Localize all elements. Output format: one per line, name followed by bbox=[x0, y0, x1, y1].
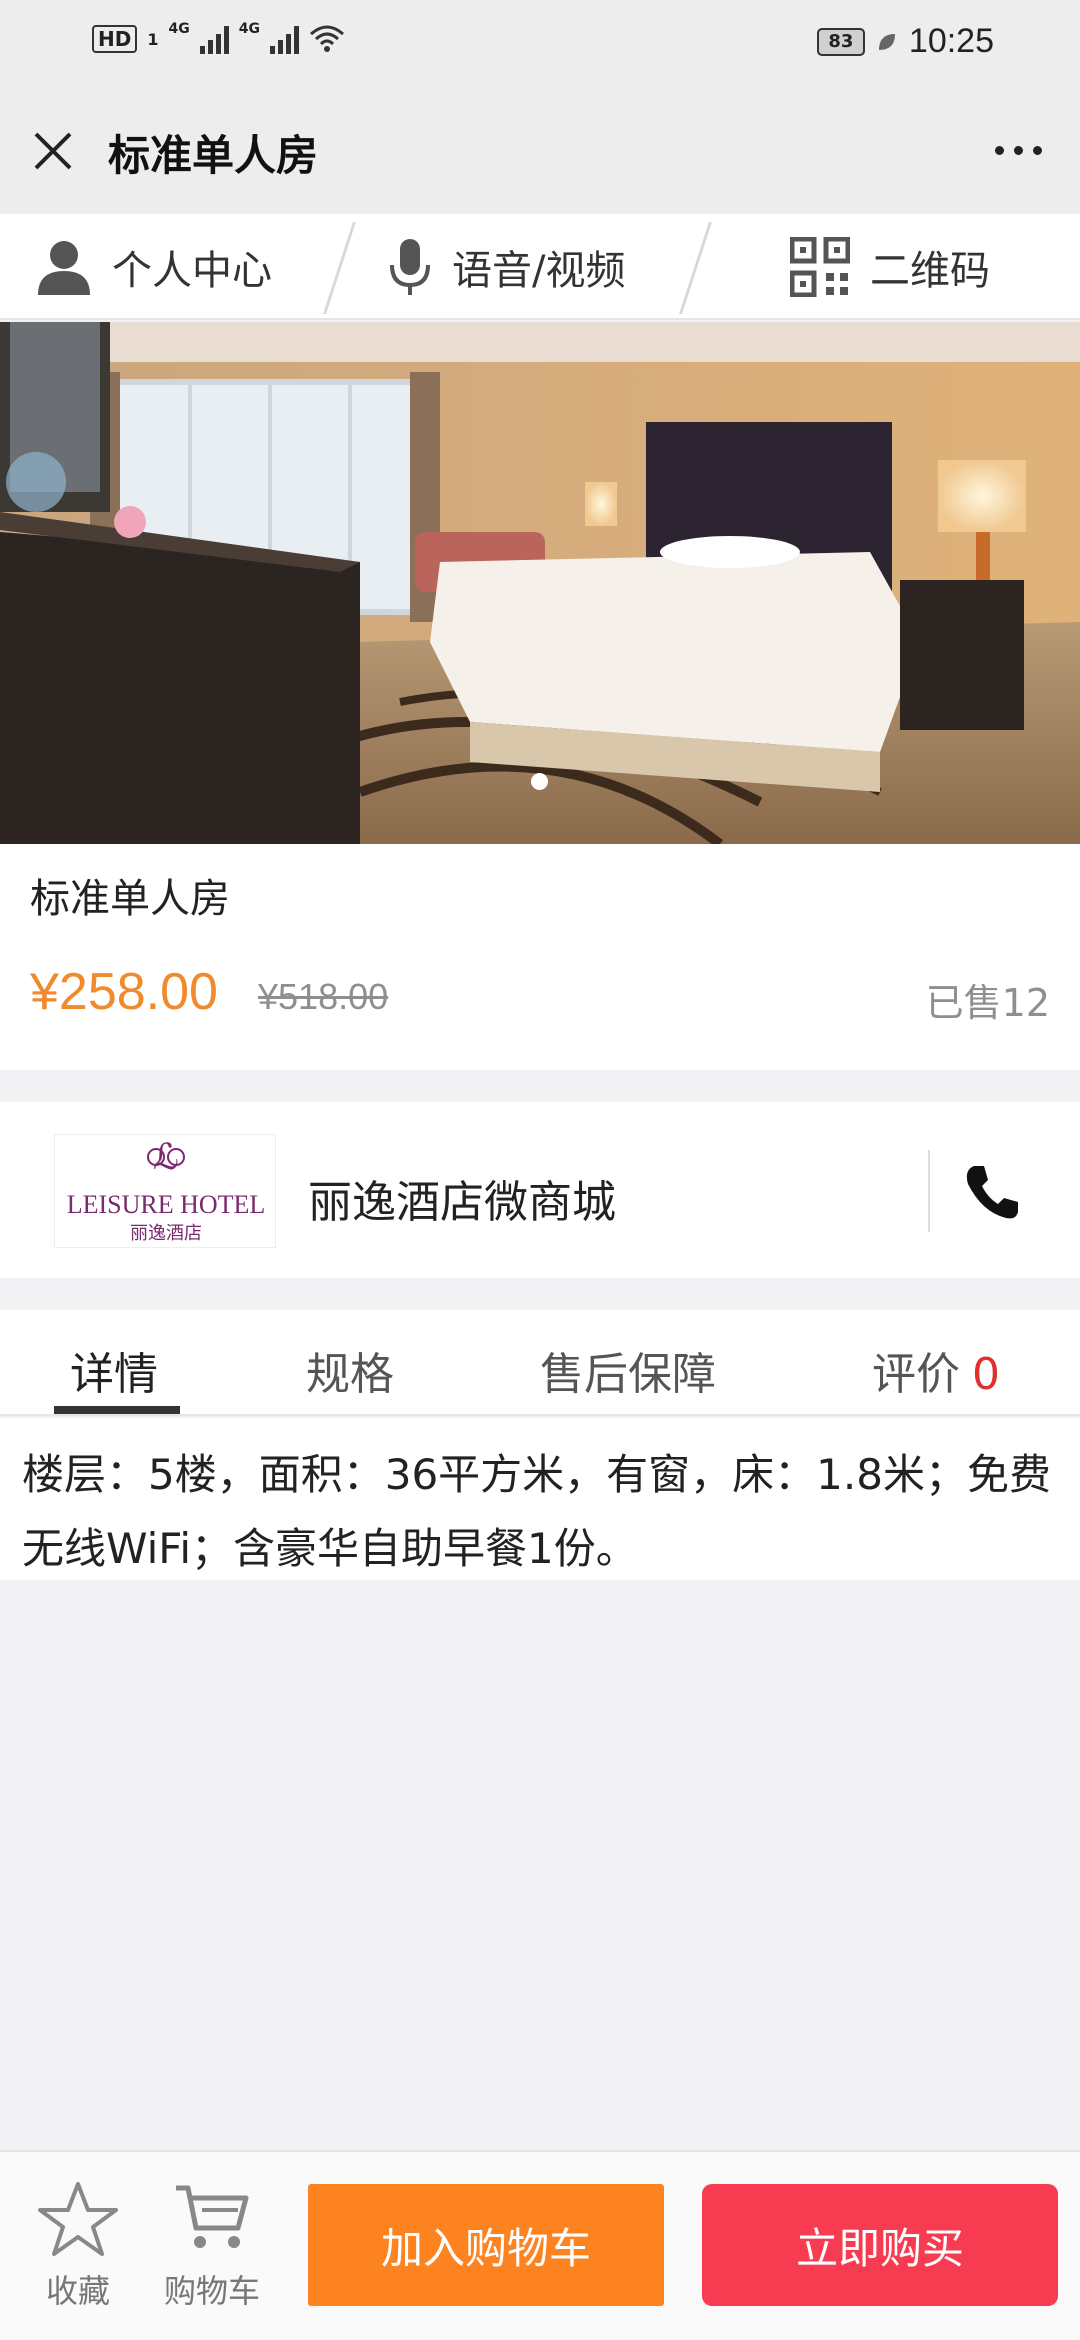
tab-after-sales-label: 售后保障 bbox=[540, 1349, 716, 1400]
page-title: 标准单人房 bbox=[108, 131, 319, 180]
battery-icon: 83 bbox=[816, 27, 865, 56]
phone-icon[interactable] bbox=[960, 1160, 1024, 1224]
tab-after-sales[interactable]: 售后保障 bbox=[540, 1338, 716, 1402]
active-tab-indicator bbox=[54, 1406, 180, 1414]
wifi-icon bbox=[309, 25, 344, 52]
network-type-1: 4G bbox=[168, 21, 190, 37]
product-name: 标准单人房 bbox=[30, 876, 230, 922]
shop-name: 丽逸酒店微商城 bbox=[308, 1177, 616, 1228]
detail-panel: 楼层：5楼，面积：36平方米，有窗，床：1.8米；免费无线WiFi；含豪华自助早… bbox=[0, 1418, 1080, 1580]
hotel-room-photo bbox=[0, 322, 1080, 844]
tab-details[interactable]: 详情 bbox=[70, 1338, 158, 1402]
shop-divider bbox=[928, 1150, 930, 1232]
current-price: ¥258.00 bbox=[30, 963, 218, 1021]
leaf-icon bbox=[878, 33, 895, 50]
product-info: 标准单人房 ¥258.00 ¥518.00 已售12 bbox=[0, 844, 1080, 1070]
clock: 10:25 bbox=[908, 22, 994, 60]
cart-label: 购物车 bbox=[163, 2272, 260, 2310]
tab-details-label: 详情 bbox=[70, 1349, 158, 1400]
shopping-cart-icon bbox=[176, 2185, 249, 2248]
original-price: ¥518.00 bbox=[258, 976, 389, 1017]
tab-specs-label: 规格 bbox=[306, 1349, 394, 1400]
signal-icon bbox=[199, 24, 229, 54]
nav-qr-code[interactable]: 二维码 bbox=[790, 214, 990, 320]
more-options-icon[interactable] bbox=[986, 130, 1050, 170]
shop-logo: ℒ LEISURE HOTEL 丽逸酒店 bbox=[54, 1134, 276, 1248]
detail-text: 楼层：5楼，面积：36平方米，有窗，床：1.8米；免费无线WiFi；含豪华自助早… bbox=[22, 1450, 1051, 1573]
hero-image-carousel[interactable] bbox=[0, 322, 1080, 844]
cart-button[interactable]: 购物车 bbox=[156, 2180, 268, 2312]
shop-logo-emblem: ℒ bbox=[153, 1137, 179, 1177]
favorite-button[interactable]: 收藏 bbox=[36, 2180, 120, 2312]
nav-qr-code-label: 二维码 bbox=[870, 248, 990, 294]
microphone-icon bbox=[390, 239, 430, 295]
buy-now-button[interactable]: 立即购买 bbox=[702, 2184, 1058, 2306]
star-icon bbox=[38, 2182, 118, 2256]
bottom-action-bar: 收藏 购物车 加入购物车 立即购买 bbox=[0, 2150, 1080, 2340]
add-to-cart-button[interactable]: 加入购物车 bbox=[308, 2184, 664, 2306]
nav-personal-center[interactable]: 个人中心 bbox=[36, 214, 272, 320]
top-nav: 个人中心 语音/视频 二维码 bbox=[0, 214, 1080, 320]
status-left: HD 1 4G 4G bbox=[92, 21, 345, 54]
shop-logo-subtext: 丽逸酒店 bbox=[130, 1223, 202, 1244]
qr-code-icon bbox=[790, 237, 850, 297]
tab-specs[interactable]: 规格 bbox=[306, 1338, 394, 1402]
review-count: 0 bbox=[972, 1349, 1000, 1400]
close-icon[interactable] bbox=[28, 126, 78, 176]
status-right: 83 10:25 bbox=[816, 22, 994, 61]
sim-indicator: 1 bbox=[147, 29, 159, 49]
nav-divider bbox=[323, 222, 356, 314]
tab-reviews[interactable]: 评价 0 bbox=[872, 1338, 1000, 1402]
person-icon bbox=[38, 241, 90, 295]
favorite-label: 收藏 bbox=[45, 2272, 110, 2310]
product-tabs: 详情 规格 售后保障 评价 0 bbox=[0, 1310, 1080, 1416]
nav-divider bbox=[679, 222, 712, 314]
nav-personal-center-label: 个人中心 bbox=[112, 248, 272, 294]
hd-indicator: HD bbox=[92, 25, 138, 53]
sold-count: 已售12 bbox=[925, 981, 1050, 1025]
network-type-2: 4G bbox=[238, 21, 260, 37]
shop-logo-text: LEISURE HOTEL bbox=[67, 1190, 266, 1219]
title-bar: 标准单人房 bbox=[0, 86, 1080, 214]
carousel-indicator-dot[interactable] bbox=[531, 773, 548, 790]
nav-voice-video-label: 语音/视频 bbox=[452, 248, 626, 294]
tab-reviews-label: 评价 bbox=[872, 1349, 960, 1400]
signal-icon-2 bbox=[269, 24, 299, 54]
status-bar: HD 1 4G 4G 83 10:25 bbox=[0, 0, 1080, 86]
shop-card[interactable]: ℒ LEISURE HOTEL 丽逸酒店 丽逸酒店微商城 bbox=[0, 1102, 1080, 1278]
nav-voice-video[interactable]: 语音/视频 bbox=[388, 214, 625, 320]
